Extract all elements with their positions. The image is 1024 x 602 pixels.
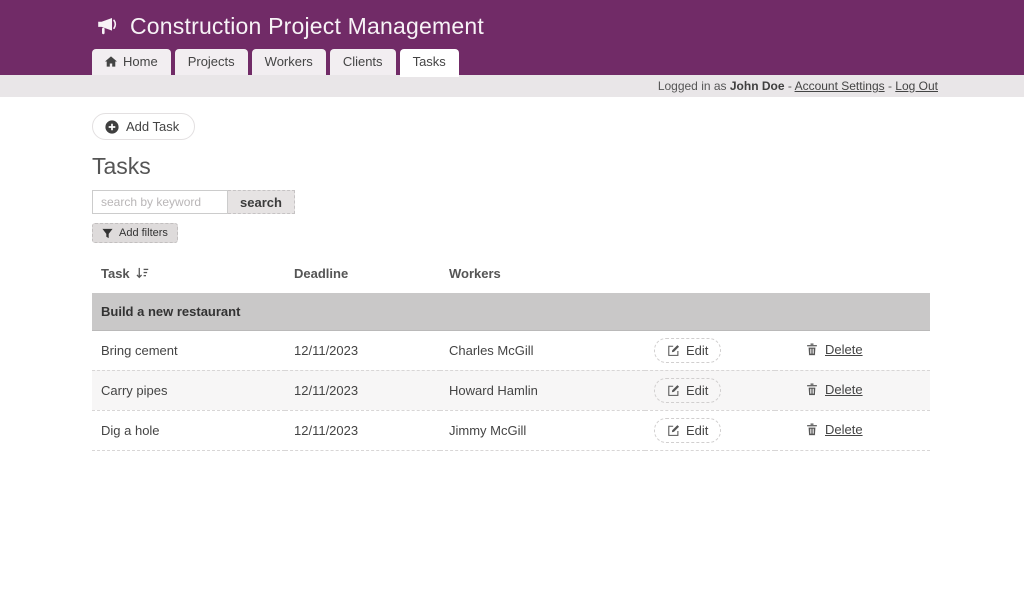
column-header-workers: Workers xyxy=(440,257,645,293)
deadline-cell: 12/11/2023 xyxy=(285,370,440,410)
app-title: Construction Project Management xyxy=(130,13,484,40)
search-button[interactable]: search xyxy=(228,190,295,214)
nav-tab-home[interactable]: Home xyxy=(92,49,171,75)
log-out-link[interactable]: Log Out xyxy=(895,79,938,93)
brand: Construction Project Management xyxy=(0,0,1024,40)
page-title: Tasks xyxy=(92,153,1024,180)
username: John Doe xyxy=(730,79,785,93)
user-bar: Logged in as John Doe - Account Settings… xyxy=(0,75,1024,97)
edit-button[interactable]: Edit xyxy=(654,378,721,403)
task-cell: Dig a hole xyxy=(92,410,285,450)
nav-tab-tasks[interactable]: Tasks xyxy=(400,49,459,77)
deadline-cell: 12/11/2023 xyxy=(285,410,440,450)
task-cell: Carry pipes xyxy=(92,370,285,410)
logged-in-text: Logged in as xyxy=(658,79,730,93)
main-nav: Home Projects Workers Clients Tasks xyxy=(92,49,459,75)
delete-link[interactable]: Delete xyxy=(806,342,863,357)
sort-icon[interactable] xyxy=(136,267,149,279)
megaphone-icon xyxy=(97,17,120,36)
project-group-title: Build a new restaurant xyxy=(92,293,930,331)
main-content: Add Task Tasks search Add filters Task xyxy=(0,97,1024,451)
task-cell: Bring cement xyxy=(92,330,285,370)
plus-circle-icon xyxy=(105,120,119,134)
nav-tab-projects[interactable]: Projects xyxy=(175,49,248,75)
app-header: Construction Project Management Home Pro… xyxy=(0,0,1024,75)
table-header-row: Task Deadline Workers xyxy=(92,257,930,293)
add-filters-button[interactable]: Add filters xyxy=(92,223,178,243)
edit-pencil-icon xyxy=(667,344,680,357)
deadline-cell: 12/11/2023 xyxy=(285,330,440,370)
account-settings-link[interactable]: Account Settings xyxy=(795,79,885,93)
column-header-task[interactable]: Task xyxy=(92,257,285,293)
delete-link[interactable]: Delete xyxy=(806,422,863,437)
edit-pencil-icon xyxy=(667,424,680,437)
trash-icon xyxy=(806,383,818,396)
table-row: Carry pipes 12/11/2023 Howard Hamlin Edi… xyxy=(92,370,930,410)
delete-link[interactable]: Delete xyxy=(806,382,863,397)
nav-tab-workers[interactable]: Workers xyxy=(252,49,326,75)
edit-pencil-icon xyxy=(667,384,680,397)
nav-tab-clients[interactable]: Clients xyxy=(330,49,396,75)
add-task-button[interactable]: Add Task xyxy=(92,113,195,140)
table-row: Bring cement 12/11/2023 Charles McGill E… xyxy=(92,330,930,370)
edit-button[interactable]: Edit xyxy=(654,418,721,443)
worker-cell: Howard Hamlin xyxy=(440,370,645,410)
worker-cell: Jimmy McGill xyxy=(440,410,645,450)
home-icon xyxy=(105,56,117,67)
table-row: Dig a hole 12/11/2023 Jimmy McGill Edit xyxy=(92,410,930,450)
search-bar: search xyxy=(92,190,1024,214)
search-input[interactable] xyxy=(92,190,228,214)
worker-cell: Charles McGill xyxy=(440,330,645,370)
tasks-table: Task Deadline Workers xyxy=(92,257,930,451)
edit-button[interactable]: Edit xyxy=(654,338,721,363)
filter-icon xyxy=(102,228,113,239)
column-header-deadline: Deadline xyxy=(285,257,440,293)
trash-icon xyxy=(806,423,818,436)
trash-icon xyxy=(806,343,818,356)
project-group-row: Build a new restaurant xyxy=(92,293,930,331)
